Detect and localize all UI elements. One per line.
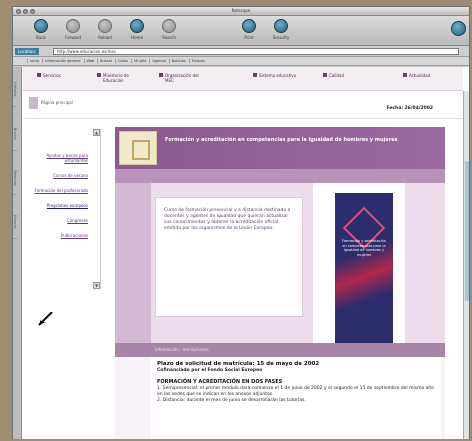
site-nav: Servicios Ministerio de Educación Organi… [23, 67, 463, 91]
forward-icon [66, 19, 80, 33]
article: Plazo de solicitud de matrícula: 15 de m… [151, 357, 441, 439]
window-title: Netscape [231, 8, 251, 13]
bookmark-item[interactable]: Guías [115, 59, 128, 63]
left-nav-link[interactable]: Programas europeos [31, 203, 100, 208]
banner-band [115, 169, 445, 183]
address-label: Location: [15, 48, 40, 55]
breadcrumb-text[interactable]: Página principal [41, 100, 73, 105]
address-bar: Location: http://www.educacion.es/mec [13, 46, 469, 57]
bookmark-item[interactable]: Noticias [168, 59, 186, 63]
section-bar-label: Información · Inscripciones [155, 347, 209, 352]
left-nav-link[interactable]: Publicaciones [31, 233, 100, 238]
left-nav-link[interactable]: Ayudas y becas para estudiantes [31, 153, 100, 163]
intro-text: Curso de formación presencial y a distan… [164, 208, 291, 231]
bookmark-item[interactable]: Buscar [97, 59, 112, 63]
bookmark-item[interactable]: Enlaces [188, 59, 205, 63]
page-banner: Formación y acreditación en competencias… [115, 127, 445, 169]
security-button[interactable]: Security [267, 19, 295, 43]
article-subheading: Cofinanciado por el Fondo Social Europeo [157, 368, 263, 373]
intro-box: Curso de formación presencial y a distan… [155, 197, 303, 317]
ministry-logo [119, 131, 157, 165]
poster-panel: Formación y acreditación en competencias… [313, 183, 405, 343]
browser-window: Netscape Back Forward Reload Home Search… [12, 6, 470, 439]
throbber-icon [451, 21, 466, 36]
feature-block: Curso de formación presencial y a distan… [115, 183, 445, 343]
sidebar-tab[interactable]: Enlaces [13, 199, 17, 239]
print-icon [242, 19, 256, 33]
main-content: Formación y acreditación en competencias… [115, 127, 445, 439]
banner-title[interactable]: Formación y acreditación en competencias… [165, 137, 425, 143]
back-button[interactable]: Back [27, 19, 55, 43]
nav-item[interactable]: Sistema educativo [253, 73, 297, 87]
back-icon [34, 19, 48, 33]
home-icon [130, 19, 144, 33]
bookmark-item[interactable]: Agenda [149, 59, 166, 63]
bookmark-item[interactable]: Inicio [27, 59, 39, 63]
section-bar: Información · Inscripciones [115, 343, 445, 357]
reload-button[interactable]: Reload [91, 19, 119, 43]
bookmark-item[interactable]: Información general [42, 59, 81, 63]
print-button[interactable]: Print [235, 19, 263, 43]
browser-toolbar: Back Forward Reload Home Search Print Se… [13, 16, 469, 46]
page-icon [29, 97, 38, 109]
nav-item[interactable]: Calidad [323, 73, 365, 87]
article-section-title: FORMACIÓN Y ACREDITACIÓN EN DOS FASES [157, 379, 283, 385]
bookmark-item[interactable]: Mi sitio [130, 59, 146, 63]
bookmark-item[interactable]: Web [83, 59, 94, 63]
security-icon [274, 19, 288, 33]
left-nav-link[interactable]: Cursos de verano [31, 173, 100, 178]
title-bar: Netscape [13, 7, 469, 16]
date-label: Fecha: 26/04/2002 [386, 106, 433, 111]
search-icon [162, 19, 176, 33]
url-input[interactable]: http://www.educacion.es/mec [53, 48, 459, 55]
left-nav: ▲ Ayudas y becas para estudiantes Cursos… [31, 129, 101, 289]
decorative-stripe [115, 183, 151, 343]
breadcrumb: Página principal Fecha: 26/04/2002 [23, 91, 463, 119]
sidebar-tabs: Historial Buscar Favoritos Enlaces [13, 67, 22, 439]
search-button[interactable]: Search [155, 19, 183, 43]
bookmarks-bar: Inicio Información general Web Buscar Gu… [13, 57, 469, 66]
poster-text: Formación y acreditación en competencias… [341, 239, 387, 257]
nav-item[interactable]: Organización del MEC [159, 73, 205, 87]
nav-item[interactable]: Ministerio de Educación [97, 73, 137, 87]
forward-button[interactable]: Forward [59, 19, 87, 43]
pointer-cursor-icon [38, 312, 53, 326]
article-paragraph: 1. Semipresencial: el primer módulo dará… [157, 386, 434, 397]
left-nav-link[interactable]: Congresos [31, 218, 100, 223]
scroll-down-button[interactable]: ▼ [93, 282, 100, 289]
article-paragraph: 2. Distancia: durante el mes de junio se… [157, 398, 306, 403]
course-poster[interactable]: Formación y acreditación en competencias… [335, 193, 393, 343]
left-nav-link[interactable]: Formación del profesorado [31, 188, 100, 193]
page-viewport: Historial Buscar Favoritos Enlaces Servi… [13, 67, 469, 439]
vertical-scrollbar[interactable] [463, 91, 469, 439]
home-button[interactable]: Home [123, 19, 151, 43]
scroll-up-button[interactable]: ▲ [93, 129, 100, 136]
nav-item[interactable]: Actualidad [403, 73, 445, 87]
article-heading: Plazo de solicitud de matrícula: 15 de m… [157, 361, 320, 367]
nav-item[interactable]: Servicios [37, 73, 77, 87]
scrollbar-thumb[interactable] [465, 161, 469, 301]
sidebar-tab[interactable]: Favoritos [13, 155, 17, 195]
reload-icon [98, 19, 112, 33]
sidebar-tab[interactable]: Buscar [13, 111, 17, 151]
sidebar-tab[interactable]: Historial [13, 67, 17, 107]
